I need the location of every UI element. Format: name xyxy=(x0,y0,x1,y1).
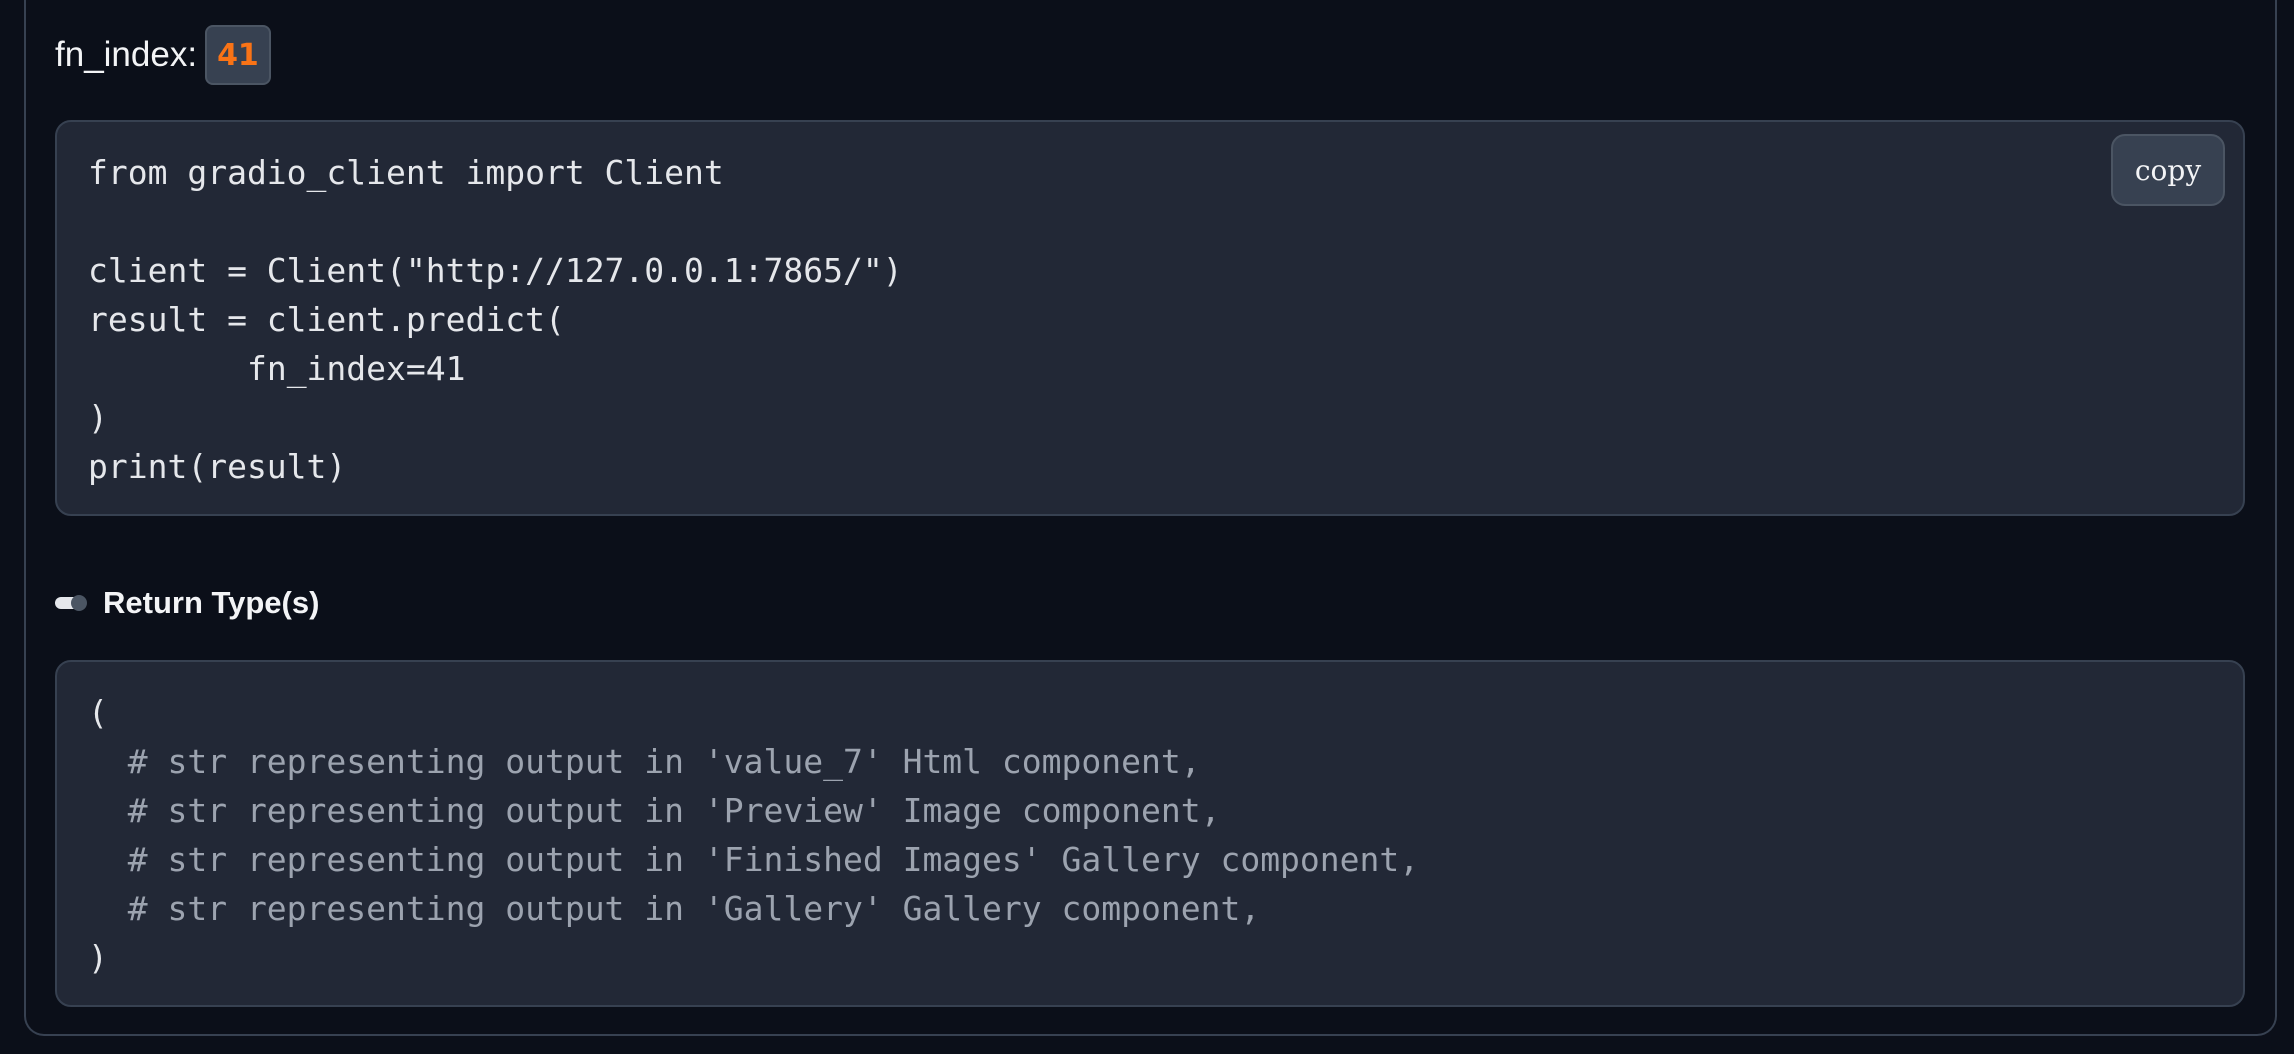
usage-code-block: from gradio_client import Client client =… xyxy=(55,120,2245,516)
code-comment-line: # str representing output in 'Gallery' G… xyxy=(88,889,1261,928)
code-line: print(result) xyxy=(88,447,347,486)
code-comment-line: # str representing output in 'Preview' I… xyxy=(88,791,1221,830)
code-line: client = Client("http://127.0.0.1:7865/"… xyxy=(88,251,903,290)
code-line: result = client.predict( xyxy=(88,300,565,339)
code-line: ) xyxy=(88,398,108,437)
return-types-code-block: ( # str representing output in 'value_7'… xyxy=(55,660,2245,1007)
code-line: ( xyxy=(88,693,108,732)
toggle-icon[interactable] xyxy=(55,595,87,611)
return-types-code[interactable]: ( # str representing output in 'value_7'… xyxy=(88,688,1419,982)
code-line: from gradio_client import Client xyxy=(88,153,724,192)
fn-index-label: fn_index: xyxy=(55,35,198,74)
usage-code[interactable]: from gradio_client import Client client =… xyxy=(88,148,903,491)
fn-index-row: fn_index: 41 xyxy=(55,24,271,86)
return-types-label: Return Type(s) xyxy=(103,585,320,620)
code-line: ) xyxy=(88,938,108,977)
return-types-header[interactable]: Return Type(s) xyxy=(55,578,319,628)
code-line: fn_index=41 xyxy=(88,349,466,388)
code-comment-line: # str representing output in 'value_7' H… xyxy=(88,742,1201,781)
code-comment-line: # str representing output in 'Finished I… xyxy=(88,840,1420,879)
copy-button[interactable]: copy xyxy=(2111,134,2225,206)
fn-index-badge: 41 xyxy=(205,25,271,85)
